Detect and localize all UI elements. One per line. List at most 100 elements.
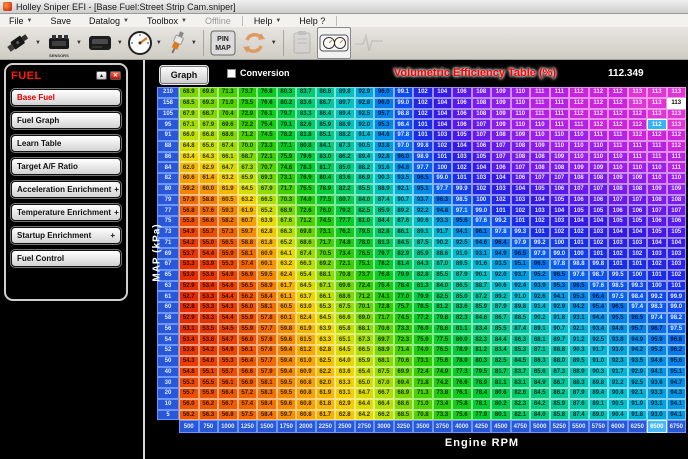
ve-cell[interactable]: 57.6	[257, 334, 277, 345]
ve-cell[interactable]: 82.6	[511, 388, 531, 399]
ve-cell[interactable]: 68.5	[179, 98, 199, 109]
ve-cell[interactable]: 53.4	[179, 334, 199, 345]
ve-cell[interactable]: 111	[647, 152, 667, 163]
ve-cell[interactable]: 106	[472, 141, 492, 152]
ve-cell[interactable]: 83.1	[511, 377, 531, 388]
ve-cell[interactable]: 75.1	[355, 259, 375, 270]
ve-cell[interactable]: 53.3	[199, 302, 219, 313]
ve-cell[interactable]: 91.2	[608, 377, 628, 388]
ve-cell[interactable]: 113	[647, 87, 667, 98]
ve-cell[interactable]: 101	[589, 248, 609, 259]
ve-cell[interactable]: 70.0	[238, 141, 258, 152]
ve-cell[interactable]: 81.3	[413, 281, 433, 292]
ve-cell[interactable]: 99.0	[550, 248, 570, 259]
ve-cell[interactable]: 102	[413, 109, 433, 120]
ve-cell[interactable]: 73.3	[394, 324, 414, 335]
dual-gauge-icon[interactable]	[317, 27, 351, 59]
ve-cell[interactable]: 55.7	[218, 367, 238, 378]
ve-cell[interactable]: 54.9	[179, 227, 199, 238]
ve-cell[interactable]: 72.6	[296, 205, 316, 216]
ve-cell[interactable]: 76.0	[413, 324, 433, 335]
ve-cell[interactable]: 62.4	[296, 313, 316, 324]
ve-cell[interactable]: 53.3	[199, 291, 219, 302]
ve-cell[interactable]: 62.4	[277, 270, 297, 281]
ve-cell[interactable]: 109	[569, 162, 589, 173]
ve-cell[interactable]: 104	[667, 238, 687, 249]
ve-cell[interactable]: 64.3	[199, 152, 219, 163]
sidebar-item-base-fuel[interactable]: Base Fuel	[11, 89, 121, 106]
ve-cell[interactable]: 66.5	[355, 345, 375, 356]
ve-cell[interactable]: 63.2	[277, 259, 297, 270]
ve-cell[interactable]: 54.7	[218, 334, 238, 345]
ve-cell[interactable]: 59.8	[277, 324, 297, 335]
ve-cell[interactable]: 99.2	[491, 216, 511, 227]
ve-cell[interactable]: 55.1	[199, 367, 219, 378]
ve-cell[interactable]: 75.0	[413, 334, 433, 345]
ve-cell[interactable]: 89.1	[589, 399, 609, 410]
ve-cell[interactable]: 98.5	[608, 281, 628, 292]
ve-cell[interactable]: 102	[530, 216, 550, 227]
ve-cell[interactable]: 71.2	[238, 130, 258, 141]
ve-cell[interactable]: 56.1	[238, 345, 258, 356]
ve-cell[interactable]: 54.2	[199, 345, 219, 356]
ve-cell[interactable]: 53.8	[179, 345, 199, 356]
ve-cell[interactable]: 65.2	[277, 238, 297, 249]
ve-cell[interactable]: 67.1	[316, 281, 336, 292]
ve-cell[interactable]: 101	[452, 173, 472, 184]
sidebar-item-learn-table[interactable]: Learn Table	[11, 135, 121, 152]
ve-cell[interactable]: 110	[511, 98, 531, 109]
ve-cell[interactable]: 62.8	[335, 410, 355, 421]
ve-cell[interactable]: 109	[589, 162, 609, 173]
ve-cell[interactable]: 92.5	[355, 109, 375, 120]
ve-cell[interactable]: 86.5	[452, 281, 472, 292]
ve-cell[interactable]: 84.4	[374, 216, 394, 227]
ve-cell[interactable]: 57.9	[257, 367, 277, 378]
ve-cell[interactable]: 95.1	[667, 367, 687, 378]
ve-cell[interactable]: 78.6	[433, 324, 453, 335]
ve-cell[interactable]: 73.1	[413, 356, 433, 367]
ve-cell[interactable]: 102	[491, 195, 511, 206]
toolbar-dropdown-arrow-icon[interactable]: ▼	[117, 40, 123, 46]
ve-cell[interactable]: 58.4	[257, 399, 277, 410]
ve-cell[interactable]: 53.4	[199, 281, 219, 292]
ve-cell[interactable]: 54.9	[218, 345, 238, 356]
ve-cell[interactable]: 112	[647, 119, 667, 130]
ve-cell[interactable]: 56.0	[238, 334, 258, 345]
ve-cell[interactable]: 58.2	[218, 216, 238, 227]
ve-cell[interactable]: 59.7	[238, 227, 258, 238]
ve-cell[interactable]: 104	[472, 162, 492, 173]
ve-cell[interactable]: 65.0	[355, 377, 375, 388]
ve-cell[interactable]: 70.7	[257, 162, 277, 173]
ve-cell[interactable]: 92.9	[628, 367, 648, 378]
ve-cell[interactable]: 74.6	[277, 162, 297, 173]
ve-cell[interactable]: 56.7	[218, 399, 238, 410]
menu-item-file[interactable]: File▼	[0, 14, 41, 27]
ve-cell[interactable]: 108	[472, 87, 492, 98]
ve-cell[interactable]: 113	[667, 87, 687, 98]
ve-cell[interactable]: 87.9	[491, 302, 511, 313]
ve-cell[interactable]: 106	[550, 184, 570, 195]
ve-cell[interactable]: 78.4	[472, 388, 492, 399]
ve-cell[interactable]: 93.7	[511, 270, 531, 281]
ve-cell[interactable]: 64.0	[335, 356, 355, 367]
ve-cell[interactable]: 81.3	[374, 238, 394, 249]
ve-cell[interactable]: 91.7	[608, 367, 628, 378]
ve-cell[interactable]: 94.1	[550, 291, 570, 302]
ve-cell[interactable]: 89.8	[335, 87, 355, 98]
ve-cell[interactable]: 92.9	[355, 87, 375, 98]
ve-cell[interactable]: 91.0	[511, 291, 531, 302]
ve-cell[interactable]: 55.0	[199, 238, 219, 249]
ve-cell[interactable]: 90.3	[374, 173, 394, 184]
ve-cell[interactable]: 75.4	[257, 119, 277, 130]
ve-cell[interactable]: 85.9	[374, 205, 394, 216]
ve-cell[interactable]: 79.9	[413, 291, 433, 302]
ve-cell[interactable]: 90.6	[413, 216, 433, 227]
ve-cell[interactable]: 56.3	[199, 410, 219, 421]
ve-cell[interactable]: 60.5	[277, 302, 297, 313]
ve-cell[interactable]: 92.5	[628, 377, 648, 388]
ve-cell[interactable]: 63.1	[335, 388, 355, 399]
ve-cell[interactable]: 57.6	[257, 345, 277, 356]
ve-cell[interactable]: 59.4	[277, 345, 297, 356]
ve-cell[interactable]: 95.2	[647, 345, 667, 356]
ve-cell[interactable]: 107	[530, 173, 550, 184]
